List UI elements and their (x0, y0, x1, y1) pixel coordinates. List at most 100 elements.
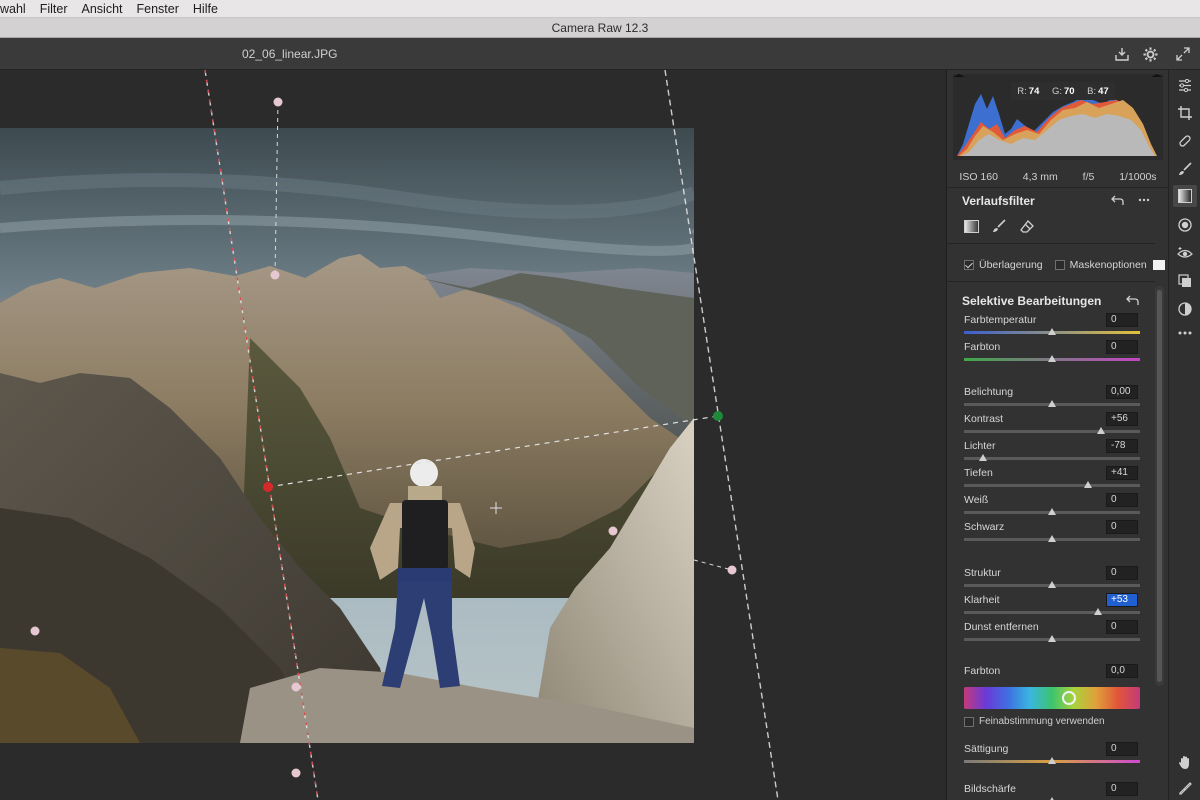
filter-handle[interactable] (30, 626, 40, 636)
slider-value-field[interactable]: 0 (1106, 493, 1138, 507)
slider-track[interactable] (964, 611, 1140, 614)
slider-thumb[interactable] (1047, 328, 1056, 335)
hand-tool-icon[interactable] (1173, 751, 1197, 773)
adjustment-brush-icon[interactable] (1173, 158, 1197, 180)
eraser-icon[interactable] (1018, 218, 1036, 234)
filter-handle[interactable] (291, 768, 301, 778)
slider-label: Sättigung (964, 743, 1009, 755)
slider-row: Farbton 0 (964, 340, 1140, 368)
graduated-filter-icon[interactable] (1173, 185, 1197, 207)
slider-value-field[interactable]: 0 (1106, 313, 1138, 327)
slider-thumb[interactable] (978, 454, 987, 461)
edit-sliders-icon[interactable] (1173, 74, 1197, 96)
menu-item-filter[interactable]: Filter (33, 0, 75, 18)
b-readout: B: 47 (1087, 85, 1109, 97)
slider-label: Kontrast (964, 413, 1004, 425)
slider-thumb[interactable] (1047, 400, 1056, 407)
slider-value-field[interactable]: +56 (1106, 412, 1138, 426)
slider-thumb[interactable] (1096, 427, 1105, 434)
section-divider (947, 281, 1155, 282)
exif-iso: ISO 160 (959, 170, 998, 183)
slider-row: Sättigung 0 (964, 742, 1140, 770)
crop-icon[interactable] (1173, 102, 1197, 124)
window-title: Camera Raw 12.3 (551, 21, 649, 35)
filter-pin-green[interactable] (713, 411, 723, 421)
slider-thumb[interactable] (1094, 608, 1103, 615)
slider-label: Schwarz (964, 521, 1005, 533)
fine-tune-checkbox[interactable] (964, 716, 974, 727)
slider-value-field[interactable]: 0 (1106, 520, 1138, 534)
filter-handle[interactable] (727, 565, 737, 575)
hue-handle[interactable] (1062, 691, 1076, 705)
filter-handle[interactable] (273, 97, 283, 107)
panel-scrollbar[interactable] (1155, 286, 1164, 686)
slider-thumb[interactable] (1047, 355, 1056, 362)
slider-label: Farbtemperatur (964, 314, 1037, 326)
reset-icon[interactable] (1108, 192, 1126, 208)
image-canvas[interactable] (0, 70, 946, 800)
brush-mode-icon[interactable] (990, 218, 1008, 234)
slider-track[interactable] (964, 484, 1140, 487)
slider-thumb[interactable] (1047, 535, 1056, 542)
slider-label: Klarheit (964, 594, 1000, 606)
slider-label: Belichtung (964, 386, 1014, 398)
file-name: 02_06_linear.JPG (242, 47, 338, 61)
slider-value-field[interactable]: +53 (1106, 593, 1138, 607)
filter-handle[interactable] (291, 682, 301, 692)
exif-shutter: 1/1000s (1119, 170, 1157, 183)
slider-value-field[interactable]: +41 (1106, 466, 1138, 480)
overlay-label: Überlagerung (979, 259, 1043, 271)
menu-item-ansicht[interactable]: Ansicht (75, 0, 130, 18)
slider-thumb[interactable] (1047, 508, 1056, 515)
slider-track[interactable] (964, 430, 1140, 433)
slider-row: Klarheit +53 (964, 593, 1140, 621)
filter-pin-red[interactable] (263, 482, 273, 492)
slider-label: Weiß (964, 494, 989, 506)
filter-handle[interactable] (608, 526, 618, 536)
slider-thumb[interactable] (1047, 757, 1056, 764)
more-options-icon[interactable] (1135, 192, 1153, 208)
color-sampler-icon[interactable] (1173, 778, 1197, 800)
overlay-options-row: Überlagerung Maskenoptionen (964, 259, 1165, 271)
slider-value-field[interactable]: -78 (1106, 439, 1138, 453)
slider-value-field[interactable]: 0 (1106, 742, 1138, 756)
healing-icon[interactable] (1173, 130, 1197, 152)
save-image-icon[interactable] (1112, 44, 1132, 64)
more-tools-icon[interactable] (1173, 322, 1197, 344)
menu-item-auswahl[interactable]: wahl (0, 0, 33, 18)
snapshots-icon[interactable] (1173, 270, 1197, 292)
slider-value-field[interactable]: 0 (1106, 340, 1138, 354)
gradient-mode-icon[interactable] (962, 218, 980, 234)
hue-slider[interactable] (964, 687, 1140, 709)
slider-value-field[interactable]: 0 (1106, 782, 1138, 796)
settings-gear-icon[interactable] (1140, 44, 1160, 64)
presets-icon[interactable] (1173, 298, 1197, 320)
histogram: R: 74 G: 70 B: 47 (953, 74, 1163, 160)
slider-row: Bildschärfe 0 (964, 782, 1140, 800)
red-eye-icon[interactable] (1173, 242, 1197, 264)
slider-value-field[interactable]: 0 (1106, 620, 1138, 634)
fullscreen-icon[interactable] (1173, 44, 1193, 64)
filter-overlay[interactable] (0, 70, 946, 800)
slider-thumb[interactable] (1083, 481, 1092, 488)
radial-filter-icon[interactable] (1173, 214, 1197, 236)
slider-thumb[interactable] (1047, 635, 1056, 642)
slider-label: Bildschärfe (964, 783, 1016, 795)
slider-value-field[interactable]: 0,0 (1106, 664, 1138, 678)
mask-options-checkbox[interactable] (1054, 260, 1065, 270)
selective-edits-title: Selektive Bearbeitungen (962, 294, 1102, 308)
slider-value-field[interactable]: 0 (1106, 566, 1138, 580)
mask-color-swatch[interactable] (1152, 260, 1165, 270)
menu-item-fenster[interactable]: Fenster (130, 0, 186, 18)
slider-row: Weiß 0 (964, 493, 1140, 521)
overlay-checkbox[interactable] (964, 260, 974, 270)
menu-item-hilfe[interactable]: Hilfe (186, 0, 225, 18)
slider-thumb[interactable] (1047, 581, 1056, 588)
filter-handle[interactable] (270, 270, 280, 280)
slider-row: Belichtung 0,00 (964, 385, 1140, 413)
slider-track[interactable] (964, 457, 1140, 460)
reset-selective-icon[interactable] (1123, 292, 1141, 308)
file-header: 02_06_linear.JPG (0, 38, 1200, 70)
slider-value-field[interactable]: 0,00 (1106, 385, 1138, 399)
slider-row: Dunst entfernen 0 (964, 620, 1140, 648)
